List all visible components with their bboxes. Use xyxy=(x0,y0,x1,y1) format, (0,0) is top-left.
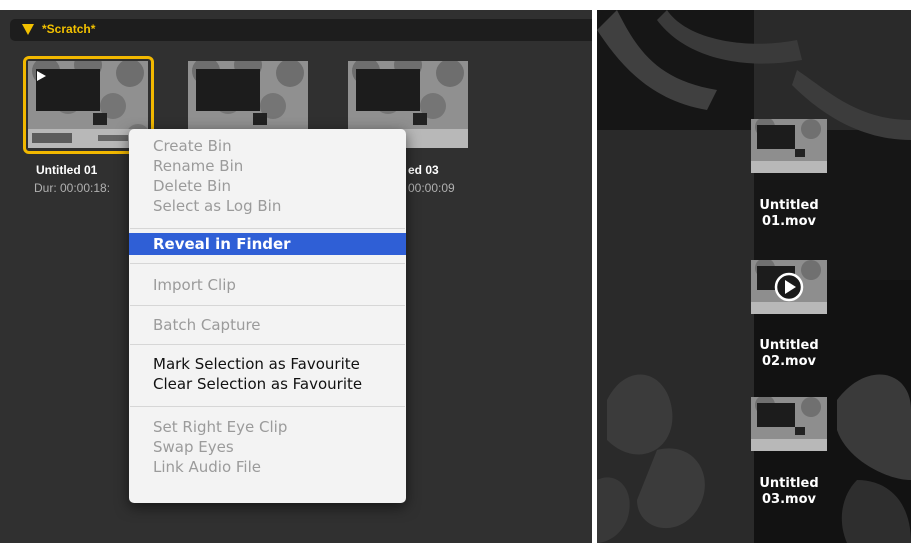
menu-separator xyxy=(130,228,405,229)
menu-separator xyxy=(130,406,405,407)
finder-clip-thumbnail-03[interactable] xyxy=(751,395,827,451)
menu-separator xyxy=(130,344,405,345)
menu-item-batch-capture[interactable]: Batch Capture xyxy=(129,315,406,335)
bin-title: *Scratch* xyxy=(42,22,96,36)
menu-item-create-bin[interactable]: Create Bin xyxy=(129,136,406,156)
media-bin-panel: *Scratch* Untitled 01 Dur: 00:00:18: ed … xyxy=(0,10,592,543)
clip-name: Untitled 01 xyxy=(36,163,98,177)
clip-name: ed 03 xyxy=(408,163,439,177)
clip-duration: 00:00:09 xyxy=(408,181,455,195)
menu-item-delete-bin[interactable]: Delete Bin xyxy=(129,176,406,196)
finder-clip-name: Untitled 02.mov xyxy=(759,338,819,369)
menu-item-select-as-log-bin[interactable]: Select as Log Bin xyxy=(129,196,406,216)
finder-preview-panel: Untitled 01.mov Untitled 02.mov Untitled… xyxy=(597,10,911,543)
finder-clip-thumbnail-01[interactable] xyxy=(751,117,827,173)
menu-item-import-clip[interactable]: Import Clip xyxy=(129,275,406,295)
clip-duration: Dur: 00:00:18: xyxy=(34,181,111,195)
menu-separator xyxy=(130,305,405,306)
play-button-icon[interactable] xyxy=(774,272,804,302)
menu-separator xyxy=(130,263,405,264)
finder-clip-name: Untitled 03.mov xyxy=(759,476,819,507)
finder-clip-name: Untitled 01.mov xyxy=(759,198,819,229)
menu-item-reveal-in-finder[interactable]: Reveal in Finder xyxy=(129,233,406,255)
menu-item-link-audio-file[interactable]: Link Audio File xyxy=(129,457,406,477)
menu-item-swap-eyes[interactable]: Swap Eyes xyxy=(129,437,406,457)
menu-item-mark-selection-as-favourite[interactable]: Mark Selection as Favourite xyxy=(129,354,406,374)
play-indicator-icon xyxy=(37,71,46,81)
finder-clip-thumbnail-02[interactable] xyxy=(751,258,827,314)
menu-item-rename-bin[interactable]: Rename Bin xyxy=(129,156,406,176)
menu-item-clear-selection-as-favourite[interactable]: Clear Selection as Favourite xyxy=(129,374,406,394)
menu-item-set-right-eye-clip[interactable]: Set Right Eye Clip xyxy=(129,417,406,437)
disclosure-triangle-icon[interactable] xyxy=(22,24,34,35)
bin-header[interactable]: *Scratch* xyxy=(10,19,592,41)
context-menu: Create Bin Rename Bin Delete Bin Select … xyxy=(129,129,406,503)
